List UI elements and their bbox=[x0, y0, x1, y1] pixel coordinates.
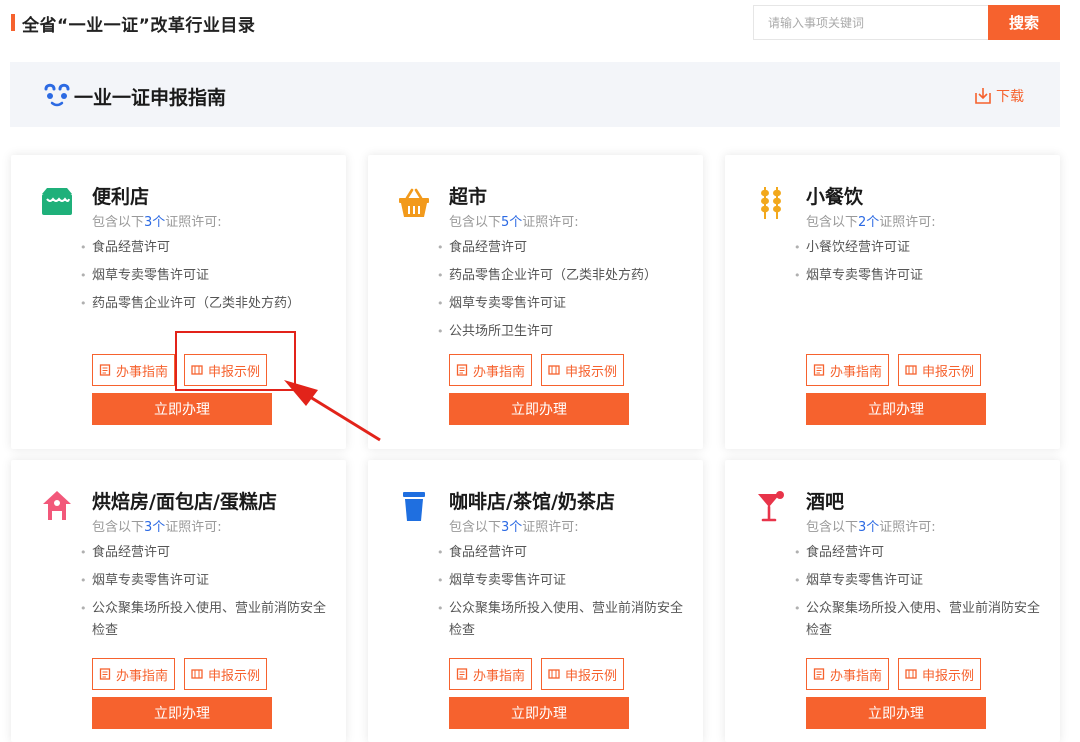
card-subtitle: 包含以下3个证照许可: bbox=[449, 520, 579, 535]
industry-card-small-catering: 小餐饮 包含以下2个证照许可: 小餐饮经营许可证 烟草专卖零售许可证 办事指南 … bbox=[725, 155, 1060, 449]
cocktail-icon bbox=[758, 491, 784, 522]
industry-card-bakery: 烘焙房/面包店/蛋糕店 包含以下3个证照许可: 食品经营许可 烟草专卖零售许可证… bbox=[11, 460, 346, 742]
list-item: 食品经营许可 bbox=[794, 542, 1044, 564]
guide-button[interactable]: 办事指南 bbox=[806, 354, 890, 386]
document-icon bbox=[813, 364, 825, 376]
apply-button[interactable]: 立即办理 bbox=[92, 697, 272, 729]
list-item: 公众聚集场所投入使用、营业前消防安全检查 bbox=[794, 598, 1044, 642]
guide-banner: 一业一证申报指南 下载 bbox=[10, 62, 1060, 127]
card-subtitle: 包含以下3个证照许可: bbox=[92, 520, 222, 535]
list-item: 烟草专卖零售许可证 bbox=[80, 570, 330, 592]
annotation-highlight-box bbox=[175, 331, 296, 391]
permit-count: 2个 bbox=[858, 215, 880, 230]
title-accent-bar bbox=[11, 14, 15, 31]
guide-logo-icon bbox=[44, 83, 70, 107]
card-subtitle: 包含以下3个证照许可: bbox=[806, 520, 936, 535]
guide-button[interactable]: 办事指南 bbox=[806, 658, 890, 690]
list-item: 烟草专卖零售许可证 bbox=[794, 570, 1044, 592]
list-item: 药品零售企业许可（乙类非处方药） bbox=[80, 293, 330, 315]
list-item: 小餐饮经营许可证 bbox=[794, 237, 1044, 259]
document-icon bbox=[813, 668, 825, 680]
permit-count: 3个 bbox=[501, 520, 523, 535]
document-icon bbox=[456, 364, 468, 376]
list-item: 药品零售企业许可（乙类非处方药） bbox=[437, 265, 687, 287]
industry-card-bar: 酒吧 包含以下3个证照许可: 食品经营许可 烟草专卖零售许可证 公众聚集场所投入… bbox=[725, 460, 1060, 742]
card-title: 烘焙房/面包店/蛋糕店 bbox=[92, 491, 277, 513]
permit-count: 3个 bbox=[858, 520, 880, 535]
bakery-icon bbox=[43, 491, 71, 520]
cup-icon bbox=[403, 492, 425, 521]
card-actions: 办事指南 申报示例 bbox=[449, 658, 625, 690]
skewer-icon bbox=[761, 187, 781, 219]
guide-button[interactable]: 办事指南 bbox=[449, 354, 533, 386]
document-icon bbox=[456, 668, 468, 680]
apply-button[interactable]: 立即办理 bbox=[449, 393, 629, 425]
permit-count: 3个 bbox=[144, 215, 166, 230]
industry-card-convenience-store: 便利店 包含以下3个证照许可: 食品经营许可 烟草专卖零售许可证 药品零售企业许… bbox=[11, 155, 346, 449]
list-item: 烟草专卖零售许可证 bbox=[437, 293, 687, 315]
header: 全省“一业一证”改革行业目录 搜索 bbox=[0, 0, 1080, 44]
document-icon bbox=[99, 364, 111, 376]
sample-button[interactable]: 申报示例 bbox=[541, 658, 625, 690]
permit-list: 食品经营许可 烟草专卖零售许可证 公众聚集场所投入使用、营业前消防安全检查 bbox=[80, 542, 330, 648]
industry-card-supermarket: 超市 包含以下5个证照许可: 食品经营许可 药品零售企业许可（乙类非处方药） 烟… bbox=[368, 155, 703, 449]
download-label: 下载 bbox=[996, 89, 1024, 105]
permit-list: 小餐饮经营许可证 烟草专卖零售许可证 bbox=[794, 237, 1044, 293]
list-item: 烟草专卖零售许可证 bbox=[80, 265, 330, 287]
card-title: 咖啡店/茶馆/奶茶店 bbox=[449, 491, 615, 513]
sample-button[interactable]: 申报示例 bbox=[184, 658, 268, 690]
list-item: 公众聚集场所投入使用、营业前消防安全检查 bbox=[437, 598, 687, 642]
card-actions: 办事指南 申报示例 bbox=[806, 354, 982, 386]
guide-button[interactable]: 办事指南 bbox=[449, 658, 533, 690]
film-icon bbox=[548, 669, 560, 679]
card-actions: 办事指南 申报示例 bbox=[449, 354, 625, 386]
list-item: 烟草专卖零售许可证 bbox=[437, 570, 687, 592]
apply-button[interactable]: 立即办理 bbox=[806, 393, 986, 425]
list-item: 食品经营许可 bbox=[80, 237, 330, 259]
apply-button[interactable]: 立即办理 bbox=[449, 697, 629, 729]
film-icon bbox=[191, 669, 203, 679]
apply-button[interactable]: 立即办理 bbox=[92, 393, 272, 425]
permit-count: 3个 bbox=[144, 520, 166, 535]
search-input[interactable] bbox=[753, 5, 989, 40]
permit-list: 食品经营许可 烟草专卖零售许可证 公众聚集场所投入使用、营业前消防安全检查 bbox=[437, 542, 687, 648]
download-link[interactable]: 下载 bbox=[974, 86, 1024, 106]
card-subtitle: 包含以下3个证照许可: bbox=[92, 215, 222, 230]
list-item: 烟草专卖零售许可证 bbox=[794, 265, 1044, 287]
list-item: 食品经营许可 bbox=[437, 237, 687, 259]
sample-button[interactable]: 申报示例 bbox=[898, 658, 982, 690]
list-item: 食品经营许可 bbox=[437, 542, 687, 564]
film-icon bbox=[905, 669, 917, 679]
guide-button[interactable]: 办事指南 bbox=[92, 354, 176, 386]
store-icon bbox=[42, 188, 72, 215]
document-icon bbox=[99, 668, 111, 680]
card-subtitle: 包含以下2个证照许可: bbox=[806, 215, 936, 230]
card-title: 便利店 bbox=[92, 186, 150, 208]
card-title: 小餐饮 bbox=[806, 186, 864, 208]
apply-button[interactable]: 立即办理 bbox=[806, 697, 986, 729]
card-actions: 办事指南 申报示例 bbox=[806, 658, 982, 690]
download-icon bbox=[975, 88, 991, 104]
search-button[interactable]: 搜索 bbox=[988, 5, 1060, 40]
card-actions: 办事指南 申报示例 bbox=[92, 658, 268, 690]
list-item: 食品经营许可 bbox=[80, 542, 330, 564]
guide-title: 一业一证申报指南 bbox=[74, 87, 227, 109]
sample-button[interactable]: 申报示例 bbox=[541, 354, 625, 386]
film-icon bbox=[905, 365, 917, 375]
list-item: 公众聚集场所投入使用、营业前消防安全检查 bbox=[80, 598, 330, 642]
film-icon bbox=[548, 365, 560, 375]
list-item: 公共场所卫生许可 bbox=[437, 321, 687, 337]
guide-button[interactable]: 办事指南 bbox=[92, 658, 176, 690]
sample-button[interactable]: 申报示例 bbox=[898, 354, 982, 386]
page: 全省“一业一证”改革行业目录 搜索 一业一证申报指南 下载 便利店 包 bbox=[0, 0, 1080, 742]
page-title: 全省“一业一证”改革行业目录 bbox=[22, 16, 256, 36]
card-title: 酒吧 bbox=[806, 491, 845, 513]
permit-list: 食品经营许可 烟草专卖零售许可证 药品零售企业许可（乙类非处方药） bbox=[80, 237, 330, 321]
permit-list-viewport[interactable]: 食品经营许可 药品零售企业许可（乙类非处方药） 烟草专卖零售许可证 公共场所卫生… bbox=[368, 155, 703, 337]
permit-list: 食品经营许可 烟草专卖零售许可证 公众聚集场所投入使用、营业前消防安全检查 bbox=[794, 542, 1044, 648]
industry-card-coffee-tea: 咖啡店/茶馆/奶茶店 包含以下3个证照许可: 食品经营许可 烟草专卖零售许可证 … bbox=[368, 460, 703, 742]
permit-list: 食品经营许可 药品零售企业许可（乙类非处方药） 烟草专卖零售许可证 公共场所卫生… bbox=[437, 237, 687, 337]
